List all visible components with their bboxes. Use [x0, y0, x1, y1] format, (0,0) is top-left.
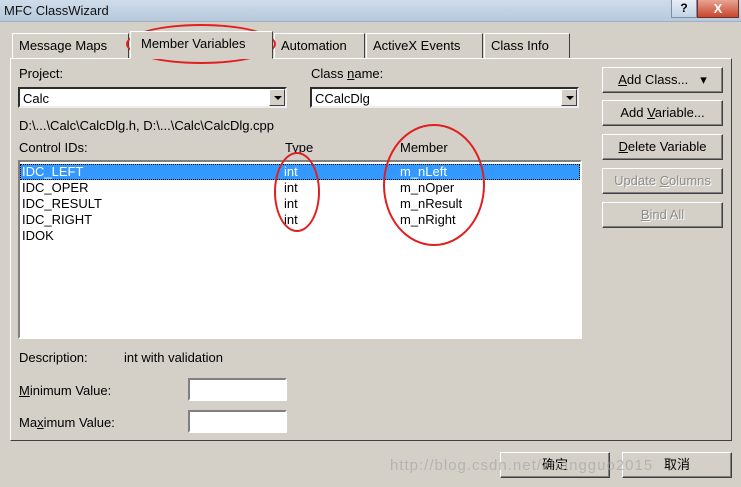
watermark: http://blog.csdn.net/zhangguo2015	[390, 457, 654, 474]
class-name-combo[interactable]: CCalcDlg	[310, 87, 579, 108]
add-variable-button[interactable]: Add Variable...	[602, 100, 723, 126]
class-name-label: Class name:	[311, 66, 384, 81]
project-value: Calc	[23, 91, 50, 106]
annotation-ellipse-type	[274, 152, 320, 232]
minimum-value-field[interactable]	[188, 378, 287, 401]
tab-automation[interactable]: Automation	[274, 33, 365, 58]
tab-message-maps[interactable]: Message Maps	[12, 33, 129, 58]
window-title: MFC ClassWizard	[4, 3, 109, 18]
description-value: int with validation	[124, 350, 223, 365]
maximum-value-field[interactable]	[188, 410, 287, 433]
chevron-down-icon: ▾	[700, 72, 707, 87]
help-icon[interactable]: ?	[671, 0, 697, 18]
bind-all-button[interactable]: Bind All	[602, 202, 723, 228]
title-bar: MFC ClassWizard ? X	[0, 0, 741, 22]
minimum-value-label: Minimum Value:	[19, 383, 112, 398]
description-label: Description:	[19, 350, 88, 365]
annotation-ellipse-member	[383, 124, 485, 246]
tab-activex-events[interactable]: ActiveX Events	[366, 33, 483, 58]
maximum-value-label: Maximum Value:	[19, 415, 115, 430]
project-combo[interactable]: Calc	[18, 87, 287, 108]
close-icon[interactable]: X	[697, 0, 739, 18]
tab-class-info[interactable]: Class Info	[484, 33, 570, 58]
update-columns-button[interactable]: Update Columns	[602, 168, 723, 194]
delete-variable-button[interactable]: Delete Variable	[602, 134, 723, 160]
control-ids-header: Control IDs:	[19, 140, 88, 155]
project-label: Project:	[19, 66, 64, 81]
tab-member-variables[interactable]: Member Variables	[130, 31, 273, 59]
chevron-down-icon[interactable]	[561, 89, 577, 106]
file-path: D:\...\Calc\CalcDlg.h, D:\...\Calc\CalcD…	[19, 118, 275, 133]
class-name-value: CCalcDlg	[315, 91, 370, 106]
chevron-down-icon[interactable]	[269, 89, 285, 106]
add-class-button[interactable]: Add Class... ▾	[602, 67, 723, 93]
